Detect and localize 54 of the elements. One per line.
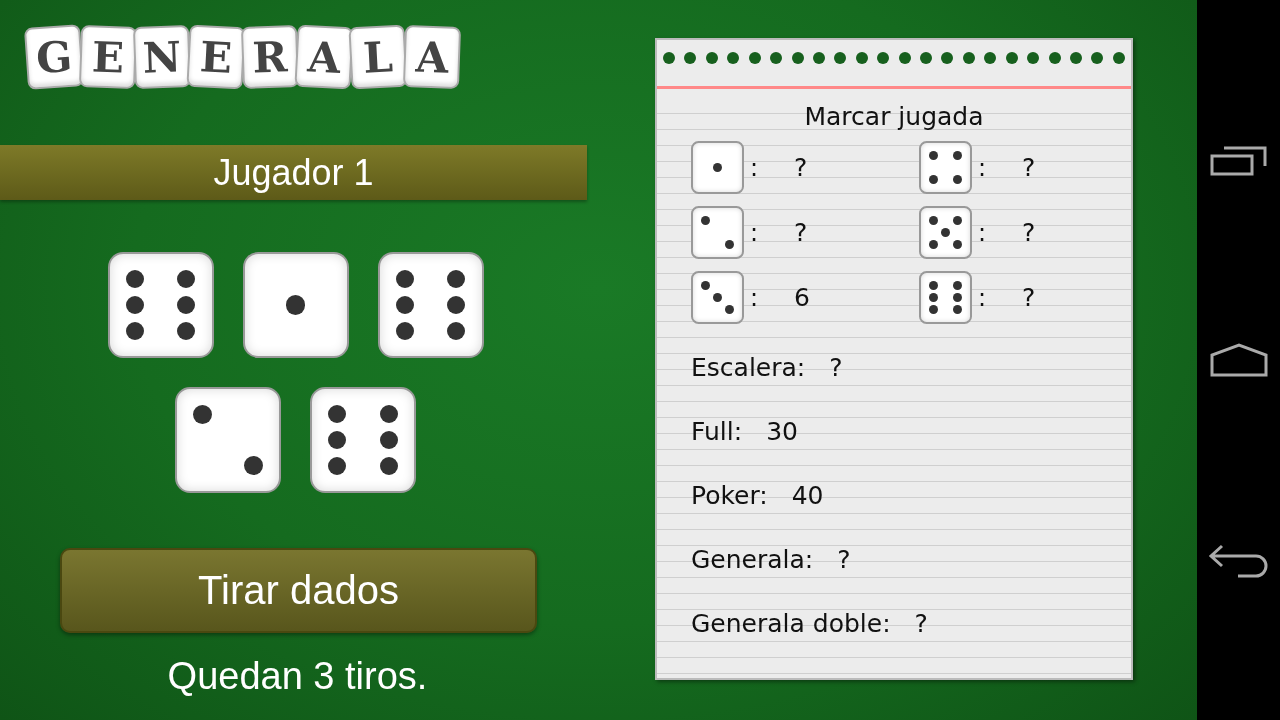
recents-icon	[1209, 144, 1268, 176]
player-banner: Jugador 1	[0, 145, 587, 200]
score-value[interactable]: ?	[794, 218, 808, 247]
letter-tile: R	[240, 25, 300, 89]
score-value[interactable]: ?	[914, 608, 928, 638]
punch-hole-icon	[663, 52, 675, 64]
score-value[interactable]: ?	[829, 352, 843, 382]
score-value[interactable]: ?	[1022, 153, 1036, 182]
rolls-left-text: Quedan 3 tiros.	[166, 655, 429, 698]
punch-hole-icon	[834, 52, 847, 64]
punch-hole-icon	[1112, 52, 1125, 64]
punch-hole-icon	[1091, 52, 1104, 64]
colon-text: :	[977, 218, 988, 247]
punch-hole-icon	[962, 52, 975, 64]
punch-hole-icon	[791, 52, 804, 64]
home-icon	[1209, 343, 1268, 377]
punch-hole-icon	[1005, 52, 1018, 64]
play-label: Full:	[691, 416, 743, 446]
score-value[interactable]: 6	[794, 283, 810, 312]
score-value[interactable]: 30	[766, 416, 798, 446]
punch-hole-icon	[684, 52, 697, 64]
play-label: Generala:	[691, 544, 814, 574]
score-value[interactable]: ?	[1022, 218, 1036, 247]
punch-hole-icon	[705, 52, 718, 64]
play-label: Poker:	[691, 480, 768, 510]
punch-hole-icon	[920, 52, 933, 64]
punch-hole-icon	[1070, 52, 1082, 64]
punch-hole-icon	[941, 52, 954, 64]
punch-hole-icon	[984, 52, 997, 64]
score-value[interactable]: ?	[794, 153, 808, 182]
letter-tile: N	[132, 25, 192, 89]
score-value[interactable]: 40	[791, 480, 824, 510]
play-label: Escalera:	[691, 352, 806, 382]
score-value[interactable]: ?	[837, 544, 851, 574]
colon-text: :	[749, 283, 760, 312]
punch-hole-icon	[1048, 52, 1061, 64]
punch-hole-icon	[770, 52, 783, 64]
back-icon	[1207, 542, 1270, 578]
punch-hole-icon	[748, 52, 761, 64]
punch-hole-icon	[1027, 52, 1040, 64]
letter-tile: A	[402, 25, 462, 89]
punch-hole-icon	[812, 52, 825, 64]
punch-hole-icon	[855, 52, 868, 64]
punch-hole-icon	[898, 52, 911, 64]
punch-hole-icon	[877, 52, 890, 64]
colon-text: :	[749, 218, 760, 247]
play-label: Generala doble:	[691, 608, 891, 638]
colon-text: :	[977, 153, 988, 182]
colon-text: :	[749, 153, 760, 182]
roll-dice-button[interactable]: Tirar dados	[60, 548, 537, 633]
score-value[interactable]: ?	[1022, 283, 1036, 312]
punch-hole-icon	[727, 52, 740, 64]
sheet-title: Marcar jugada	[803, 102, 985, 131]
colon-text: :	[977, 283, 988, 312]
